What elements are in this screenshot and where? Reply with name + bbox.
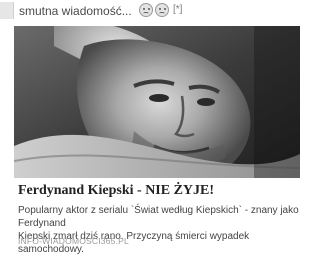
flag-text: [*] (173, 4, 183, 15)
link-card[interactable]: Ferdynand Kiepski - NIE ŻYJE! Popularny … (14, 26, 300, 255)
status-text: smutna wiadomość... (19, 4, 132, 18)
card-description: Popularny aktor z serialu `Świat według … (18, 204, 300, 256)
card-description-line: Popularny aktor z serialu `Świat według … (18, 205, 299, 229)
portrait-photo (14, 26, 300, 178)
post-header: smutna wiadomość... [*] (0, 0, 300, 24)
avatar[interactable] (0, 2, 14, 19)
card-title[interactable]: Ferdynand Kiepski - NIE ŻYJE! (18, 183, 214, 199)
card-image[interactable] (14, 26, 300, 178)
sad-face-icon (139, 3, 153, 17)
sad-face-icon (155, 3, 169, 17)
card-source: INFO-WIADOMOSCI365.PL (18, 236, 129, 246)
